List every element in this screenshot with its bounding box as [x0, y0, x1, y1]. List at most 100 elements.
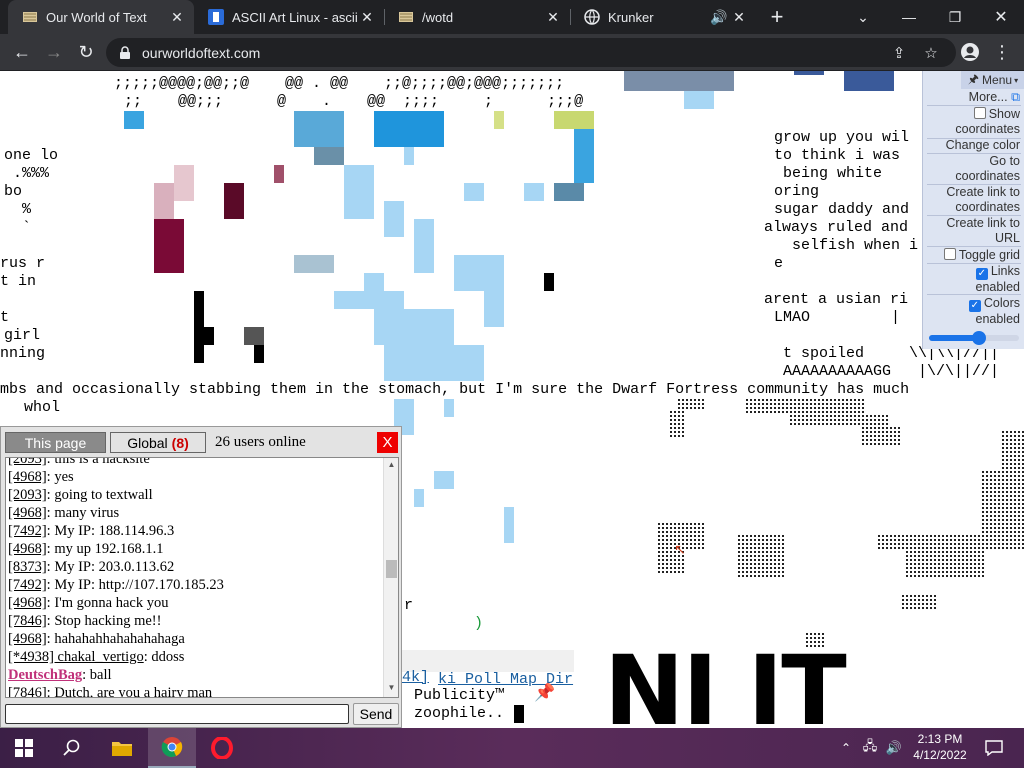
globe-icon	[584, 9, 600, 25]
chat-user-id[interactable]: [4968]	[8, 505, 47, 521]
tab-krunker[interactable]: Krunker 🔊 ✕	[570, 0, 756, 34]
windows-logo-icon	[15, 739, 33, 757]
chat-message: [4968]: yes	[8, 468, 74, 486]
chat-message-text: My IP: http://107.170.185.23	[54, 577, 224, 593]
goto-coordinates-option[interactable]: Go to coordinates	[924, 154, 1020, 184]
chat-user-id[interactable]: [7846]	[8, 685, 47, 697]
share-icon[interactable]: ⇪	[890, 44, 908, 62]
tab-search-icon[interactable]: ⌄	[840, 0, 886, 34]
chat-message-text: ddoss	[151, 649, 185, 665]
colors-enabled-checkbox[interactable]: ✓	[968, 300, 981, 312]
chat-message: [2093]: this is a hacksite	[8, 457, 150, 468]
chat-message-text: going to textwall	[54, 487, 153, 503]
file-explorer-icon[interactable]	[98, 728, 146, 768]
links-enabled-option[interactable]: ✓ Links enabled	[930, 264, 1021, 295]
more-link[interactable]: More... ⧉	[969, 90, 1020, 105]
chat-message-log[interactable]: [2093]: this is a hacksite [4968]: yes [20…	[5, 457, 399, 698]
chrome-taskbar-icon[interactable]	[148, 728, 196, 768]
toggle-grid-option[interactable]: Toggle grid	[943, 248, 1020, 263]
show-coordinates-option[interactable]: Show coordinates	[924, 107, 1020, 137]
dot-art	[656, 399, 1024, 611]
close-tab-icon[interactable]: ✕	[168, 8, 186, 26]
new-tab-button[interactable]: +	[754, 0, 800, 34]
toggle-grid-checkbox[interactable]	[943, 248, 956, 260]
chat-user-id[interactable]: [4968]	[8, 469, 47, 485]
zoom-slider[interactable]	[929, 331, 1019, 345]
chat-tab-label: Global	[127, 434, 168, 451]
speaker-icon[interactable]: 🔊	[710, 8, 728, 26]
close-tab-icon[interactable]: ✕	[544, 8, 562, 26]
color-block	[344, 165, 374, 219]
color-block	[244, 327, 264, 345]
remote-cursor-icon: ↖	[674, 541, 686, 557]
change-color-option[interactable]: Change color	[946, 138, 1020, 153]
notifications-icon[interactable]	[980, 728, 1008, 768]
restore-button[interactable]: ❐	[932, 0, 978, 34]
show-coordinates-checkbox[interactable]	[973, 107, 986, 119]
colors-enabled-option[interactable]: ✓ Colors enabled	[930, 296, 1020, 327]
bookmark-star-icon[interactable]: ☆	[922, 44, 940, 62]
create-link-url-option[interactable]: Create link to URL	[924, 216, 1020, 246]
chat-user-id[interactable]: DeutschBag	[8, 667, 82, 683]
scroll-up-icon[interactable]: ▲	[386, 460, 397, 472]
chat-tab-this-page[interactable]: This page	[5, 432, 106, 453]
back-button[interactable]: ←	[8, 38, 36, 66]
chat-message: [*4938] chakal_vertigo: ddoss	[8, 648, 184, 666]
users-online-count: 26 users online	[215, 434, 306, 450]
zoom-slider-thumb[interactable]	[971, 331, 986, 345]
chat-user-id[interactable]: [4968]	[8, 541, 47, 557]
profile-icon[interactable]	[956, 38, 984, 66]
chat-user-id[interactable]: [4968]	[8, 631, 47, 647]
chat-window: This page Global (8) 26 users online X [2…	[0, 426, 402, 728]
chat-user-id[interactable]: [4968]	[8, 595, 47, 611]
start-button[interactable]	[0, 728, 48, 768]
world-link[interactable]: 4k]	[402, 669, 429, 687]
create-link-coordinates-option[interactable]: Create link to coordinates	[922, 185, 1020, 215]
network-icon[interactable]: 🖧	[858, 728, 882, 768]
color-block	[844, 71, 894, 91]
close-tab-icon[interactable]: ✕	[358, 8, 376, 26]
show-hidden-icons[interactable]: ⌃	[836, 728, 856, 768]
minimize-button[interactable]: —	[886, 0, 932, 34]
pin-emoji-icon: 📌	[534, 683, 556, 702]
close-window-button[interactable]: ✕	[978, 0, 1024, 34]
menu-toggle-button[interactable]: 🖈 Menu ▾	[961, 71, 1024, 89]
text-world-canvas[interactable]: ;;;;;@@@@;@@;;@ @@ . @@ ;;@;;;;@@;@@@;;;…	[0, 71, 1024, 728]
chat-user-id[interactable]: [7846]	[8, 613, 47, 629]
color-block	[684, 91, 714, 109]
tab-ascii-art[interactable]: ASCII Art Linux - asciiar ✕	[194, 0, 384, 34]
ascii-line: LMAO |	[774, 309, 901, 326]
chat-close-button[interactable]: X	[377, 432, 398, 453]
chat-user-id[interactable]: [*4938] chakal_vertigo	[8, 649, 144, 665]
chat-input[interactable]	[5, 704, 349, 724]
links-enabled-checkbox[interactable]: ✓	[975, 268, 988, 280]
close-tab-icon[interactable]: ✕	[730, 8, 748, 26]
chat-user-id[interactable]: [2093]	[8, 458, 47, 467]
forward-button[interactable]: →	[40, 38, 68, 66]
tab-our-world-of-text[interactable]: Our World of Text ✕	[8, 0, 194, 34]
scroll-down-icon[interactable]: ▼	[386, 683, 397, 695]
ascii-line: nning	[0, 345, 46, 362]
chat-user-id[interactable]: [8373]	[8, 559, 47, 575]
address-bar[interactable]: ourworldoftext.com ⇪ ☆	[106, 38, 956, 67]
opera-icon[interactable]	[198, 728, 246, 768]
chat-send-button[interactable]: Send	[353, 703, 399, 725]
chat-user-id[interactable]: [7492]	[8, 523, 47, 539]
chat-scrollbar[interactable]: ▲ ▼	[383, 458, 398, 697]
ascii-line: Publicity™	[414, 687, 505, 704]
search-icon[interactable]	[48, 728, 96, 768]
kebab-menu-icon[interactable]: ⋮	[988, 38, 1016, 66]
chat-user-id[interactable]: [2093]	[8, 487, 47, 503]
tab-wotd[interactable]: /wotd ✕	[384, 0, 570, 34]
chat-tab-global[interactable]: Global (8)	[110, 432, 206, 453]
chat-user-id[interactable]: [7492]	[8, 577, 47, 593]
chat-message: [7492]: My IP: 188.114.96.3	[8, 522, 174, 540]
volume-icon[interactable]: 🔊	[882, 728, 906, 768]
color-block	[334, 291, 404, 309]
chat-message-text: this is a hacksite	[54, 457, 150, 467]
system-clock[interactable]: 2:13 PM 4/12/2022	[908, 731, 972, 763]
ascii-line: sugar daddy and	[774, 201, 910, 218]
menu-label: Change color	[945, 138, 1020, 152]
reload-button[interactable]: ↻	[72, 38, 100, 66]
chat-scroll-thumb[interactable]	[386, 560, 397, 578]
